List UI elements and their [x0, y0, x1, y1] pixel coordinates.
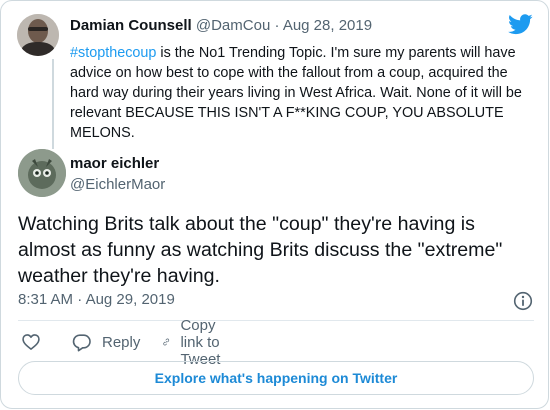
divider — [18, 320, 534, 321]
copy-link-label: Copy link to Tweet — [180, 316, 221, 368]
reply-label: Reply — [102, 333, 141, 351]
avatar-damian-counsell[interactable] — [17, 14, 59, 56]
tweet-time[interactable]: 8:31 AM — [18, 291, 73, 308]
tweet-text: Watching Brits talk about the "coup" the… — [18, 213, 503, 287]
tweet-embed-card: Damian Counsell @DamCou · Aug 28, 2019 #… — [0, 0, 549, 409]
thread-connector-line — [52, 59, 54, 149]
reply-button[interactable]: Reply — [72, 331, 140, 353]
avatar-maor-eichler[interactable] — [18, 149, 66, 197]
info-icon[interactable] — [513, 291, 533, 311]
heart-icon — [22, 334, 40, 350]
parent-author-name[interactable]: Damian Counsell — [70, 17, 192, 34]
tweet-timestamp[interactable]: 8:31 AM · Aug 29, 2019 — [18, 291, 175, 308]
copy-link-button[interactable]: Copy link to Tweet — [162, 317, 232, 368]
like-button[interactable] — [21, 331, 41, 353]
parent-separator: · — [274, 17, 280, 34]
hashtag-link[interactable]: #stopthecoup — [70, 45, 156, 61]
timestamp-separator: · — [77, 291, 83, 308]
author-handle[interactable]: @EichlerMaor — [70, 176, 165, 193]
parent-tweet-header: Damian Counsell @DamCou · Aug 28, 2019 — [70, 17, 372, 34]
parent-tweet-text: #stopthecoup is the No1 Trending Topic. … — [70, 43, 540, 143]
avatar-photo — [17, 14, 59, 56]
link-icon — [163, 338, 170, 346]
author-name[interactable]: maor eichler — [70, 155, 159, 172]
explore-twitter-button[interactable]: Explore what's happening on Twitter — [18, 361, 534, 395]
avatar-photo — [18, 149, 66, 197]
parent-author-handle[interactable]: @DamCou — [196, 17, 270, 34]
reply-icon — [72, 334, 91, 352]
twitter-bird-icon[interactable] — [508, 14, 533, 35]
parent-tweet-date[interactable]: Aug 28, 2019 — [283, 17, 372, 34]
tweet-date[interactable]: Aug 29, 2019 — [86, 291, 175, 308]
